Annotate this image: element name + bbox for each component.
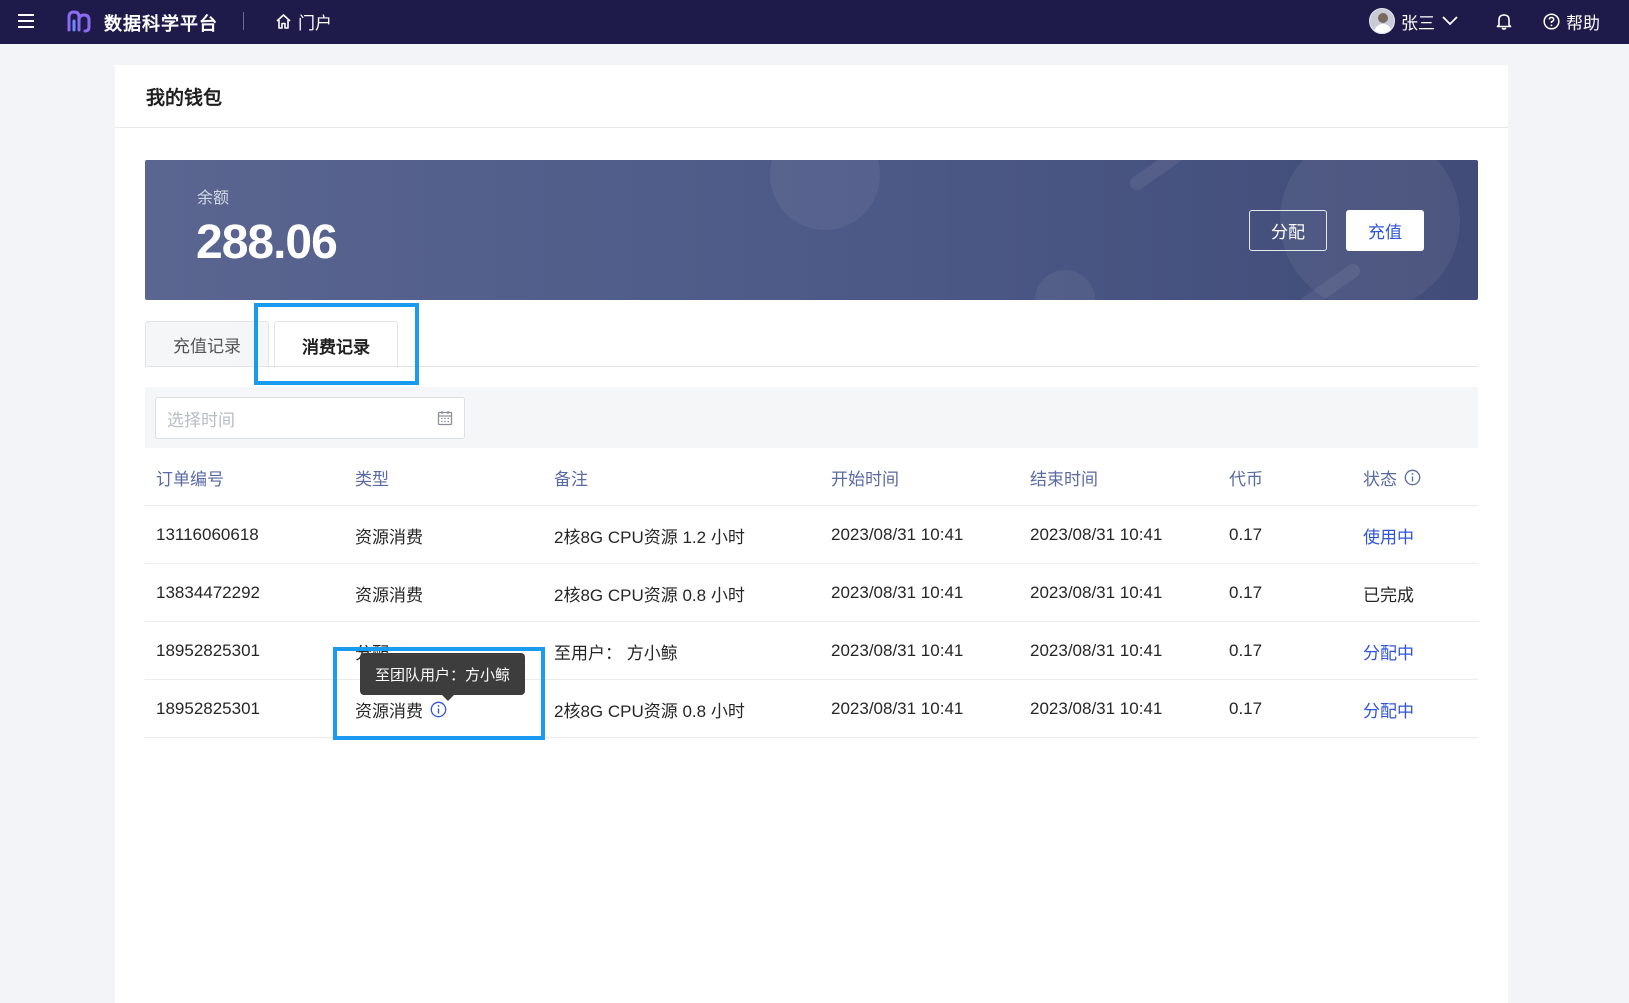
avatar <box>1369 8 1395 34</box>
type-cell: 资源消费 <box>355 585 423 605</box>
header-order-number: 订单编号 <box>156 469 224 489</box>
bell-icon[interactable] <box>1493 10 1515 32</box>
status-cell[interactable]: 使用中 <box>1363 506 1414 564</box>
table-row: 13116060618 资源消费 2核8G CPU资源 1.2 小时 2023/… <box>145 506 1478 564</box>
tokens-cell: 0.17 <box>1229 641 1263 660</box>
order-number-cell: 13834472292 <box>156 583 261 602</box>
header-status: 状态 <box>1363 448 1421 506</box>
question-circle-icon <box>1543 13 1560 30</box>
highlight-box-cell <box>333 647 545 740</box>
tokens-cell: 0.17 <box>1229 583 1263 602</box>
help-label: 帮助 <box>1566 14 1600 33</box>
balance-value: 288.06 <box>196 216 338 269</box>
balance-banner: 余额 288.06 分配 充值 <box>145 160 1478 300</box>
start-time-cell: 2023/08/31 10:41 <box>831 525 964 544</box>
wallet-card: 我的钱包 余额 288.06 分配 充值 充值记录 消费记录 选择时间 订单编号… <box>115 65 1508 1003</box>
end-time-cell: 2023/08/31 10:41 <box>1030 583 1163 602</box>
divider <box>243 12 244 30</box>
tokens-cell: 0.17 <box>1229 525 1263 544</box>
header-type: 类型 <box>355 469 389 489</box>
start-time-cell: 2023/08/31 10:41 <box>831 699 964 718</box>
header-start-time: 开始时间 <box>831 469 899 489</box>
decor-circle <box>770 160 880 230</box>
header-note: 备注 <box>554 469 588 489</box>
start-time-cell: 2023/08/31 10:41 <box>831 583 964 602</box>
user-menu[interactable]: 张三 <box>1369 6 1459 36</box>
platform-logo-icon <box>67 10 91 33</box>
page-title: 我的钱包 <box>146 87 223 109</box>
end-time-cell: 2023/08/31 10:41 <box>1030 525 1163 544</box>
date-placeholder: 选择时间 <box>167 410 235 430</box>
table-row: 13834472292 资源消费 2核8G CPU资源 0.8 小时 2023/… <box>145 564 1478 622</box>
help-link[interactable]: 帮助 <box>1543 9 1600 34</box>
menu-icon[interactable] <box>16 9 38 33</box>
end-time-cell: 2023/08/31 10:41 <box>1030 641 1163 660</box>
note-cell: 至用户： 方小鲸 <box>554 643 678 663</box>
type-cell: 资源消费 <box>355 527 423 547</box>
chevron-down-icon <box>1442 16 1458 26</box>
header-tokens: 代币 <box>1229 469 1263 489</box>
date-picker-input[interactable]: 选择时间 <box>155 397 465 439</box>
allocate-button[interactable]: 分配 <box>1249 210 1327 251</box>
header-end-time: 结束时间 <box>1030 469 1098 489</box>
info-icon[interactable] <box>1404 469 1421 486</box>
note-cell: 2核8G CPU资源 0.8 小时 <box>554 585 745 605</box>
decor-circle <box>1035 270 1095 300</box>
highlight-box-tab <box>254 303 419 385</box>
card-header: 我的钱包 <box>115 65 1508 128</box>
tokens-cell: 0.17 <box>1229 699 1263 718</box>
status-cell[interactable]: 分配中 <box>1363 680 1414 738</box>
status-cell[interactable]: 分配中 <box>1363 622 1414 680</box>
start-time-cell: 2023/08/31 10:41 <box>831 641 964 660</box>
order-number-cell: 18952825301 <box>156 699 261 718</box>
home-icon <box>276 13 291 29</box>
portal-label: 门户 <box>298 13 332 33</box>
status-cell: 已完成 <box>1363 585 1414 605</box>
header-status-label: 状态 <box>1363 469 1397 489</box>
note-cell: 2核8G CPU资源 1.2 小时 <box>554 527 745 547</box>
decor-bar <box>1127 160 1193 193</box>
note-cell: 2核8G CPU资源 0.8 小时 <box>554 701 745 721</box>
order-number-cell: 13116060618 <box>156 525 259 544</box>
top-navigation-bar: 数据科学平台 门户 张三 帮助 <box>0 0 1629 44</box>
end-time-cell: 2023/08/31 10:41 <box>1030 699 1163 718</box>
user-name: 张三 <box>1401 13 1435 33</box>
filter-bar: 选择时间 <box>145 387 1478 448</box>
portal-link[interactable]: 门户 <box>275 9 332 33</box>
order-number-cell: 18952825301 <box>156 641 261 660</box>
balance-label: 余额 <box>197 190 230 207</box>
table-header-row: 订单编号 类型 备注 开始时间 结束时间 代币 状态 <box>145 448 1478 506</box>
app-title[interactable]: 数据科学平台 <box>104 10 218 36</box>
recharge-button[interactable]: 充值 <box>1346 210 1424 251</box>
calendar-icon <box>437 411 453 426</box>
tab-recharge-records[interactable]: 充值记录 <box>145 321 269 367</box>
